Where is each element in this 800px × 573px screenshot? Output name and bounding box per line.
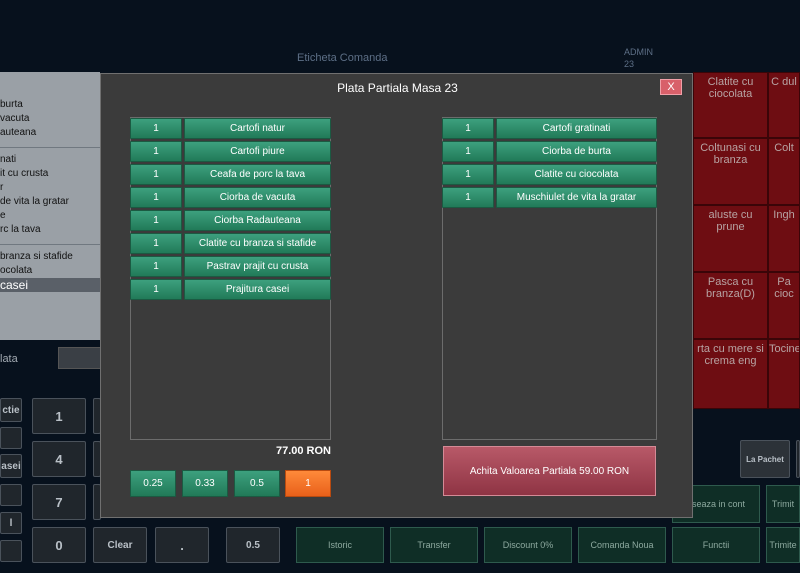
close-button[interactable]: X bbox=[660, 79, 682, 95]
item-qty[interactable]: 1 bbox=[130, 279, 182, 300]
divider bbox=[0, 147, 100, 148]
admin-label: ADMIN bbox=[624, 47, 653, 57]
item-name[interactable]: Ciorba de vacuta bbox=[184, 187, 331, 208]
item-qty[interactable]: 1 bbox=[130, 256, 182, 277]
istoric-button[interactable]: Istoric bbox=[296, 527, 384, 563]
product-tile[interactable]: Colt bbox=[768, 138, 800, 205]
fraction-1-button[interactable]: 1 bbox=[285, 470, 331, 497]
order-row[interactable]: branza si stafide bbox=[0, 251, 73, 262]
pay-partial-button[interactable]: Achita Valoarea Partiala 59.00 RON bbox=[443, 446, 656, 496]
extra-button[interactable] bbox=[796, 440, 800, 478]
fraction-025-button[interactable]: 0.25 bbox=[130, 470, 176, 497]
product-tile[interactable]: rta cu mere si crema eng bbox=[693, 339, 768, 409]
discount-button[interactable]: Discount 0% bbox=[484, 527, 572, 563]
data-label: lata bbox=[0, 353, 18, 365]
product-tile[interactable]: Tocine bbox=[768, 339, 800, 409]
item-name[interactable]: Cartofi piure bbox=[184, 141, 331, 162]
order-row[interactable]: it cu crusta bbox=[0, 168, 48, 179]
item-qty[interactable]: 1 bbox=[130, 233, 182, 254]
trimite-button[interactable]: Trimit bbox=[766, 485, 800, 523]
item-name[interactable]: Cartofi natur bbox=[184, 118, 331, 139]
item-name[interactable]: Ciorba Radauteana bbox=[184, 210, 331, 231]
transfer-button[interactable]: Transfer bbox=[390, 527, 478, 563]
order-row[interactable]: auteana bbox=[0, 127, 36, 138]
order-row-selected[interactable]: casei bbox=[0, 278, 100, 292]
item-name[interactable]: Clatite cu ciocolata bbox=[496, 164, 657, 185]
side-button[interactable]: l bbox=[0, 512, 22, 534]
half-button[interactable]: 0.5 bbox=[226, 527, 280, 563]
item-qty[interactable]: 1 bbox=[130, 164, 182, 185]
item-name[interactable]: Clatite cu branza si stafide bbox=[184, 233, 331, 254]
order-row[interactable]: de vita la gratar bbox=[0, 196, 69, 207]
item-name[interactable]: Pastrav prajit cu crusta bbox=[184, 256, 331, 277]
item-name[interactable]: Muschiulet de vita la gratar bbox=[496, 187, 657, 208]
item-qty[interactable]: 1 bbox=[130, 187, 182, 208]
keypad-0[interactable]: 0 bbox=[32, 527, 86, 563]
item-name[interactable]: Prajitura casei bbox=[184, 279, 331, 300]
comanda-noua-button[interactable]: Comanda Noua bbox=[578, 527, 666, 563]
fraction-05-button[interactable]: 0.5 bbox=[234, 470, 280, 497]
table-number: 23 bbox=[624, 59, 635, 69]
item-qty[interactable]: 1 bbox=[442, 118, 494, 139]
la-pachet-button[interactable]: La Pachet bbox=[740, 440, 790, 478]
decimal-button[interactable]: . bbox=[155, 527, 209, 563]
order-row[interactable]: e bbox=[0, 210, 6, 221]
order-row[interactable]: burta bbox=[0, 99, 23, 110]
divider bbox=[0, 244, 100, 245]
product-tile[interactable]: Coltunasi cu branza bbox=[693, 138, 768, 205]
order-row[interactable]: vacuta bbox=[0, 113, 29, 124]
item-qty[interactable]: 1 bbox=[442, 187, 494, 208]
keypad-4[interactable]: 4 bbox=[32, 441, 86, 477]
order-row[interactable]: r bbox=[0, 182, 3, 193]
functii-button[interactable]: Functii bbox=[672, 527, 760, 563]
clear-button[interactable]: Clear bbox=[93, 527, 147, 563]
product-tile[interactable]: Pasca cu branza(D) bbox=[693, 272, 768, 339]
item-qty[interactable]: 1 bbox=[442, 164, 494, 185]
product-tile[interactable]: Pa cioc bbox=[768, 272, 800, 339]
order-row[interactable]: ocolata bbox=[0, 265, 32, 276]
item-name[interactable]: Ceafa de porc la tava bbox=[184, 164, 331, 185]
product-tile[interactable]: aluste cu prune bbox=[693, 205, 768, 272]
keypad-1[interactable]: 1 bbox=[32, 398, 86, 434]
dialog-title: Plata Partiala Masa 23 bbox=[337, 81, 458, 95]
trimite-button[interactable]: Trimite bbox=[766, 527, 800, 563]
side-button[interactable]: ctie bbox=[0, 398, 22, 422]
partial-payment-dialog: Plata Partiala Masa 23 X 1 Cartofi natur… bbox=[100, 73, 693, 518]
side-button[interactable] bbox=[0, 484, 22, 506]
product-tile[interactable]: Clatite cu ciocolata bbox=[693, 72, 768, 138]
total-amount: 77.00 RON bbox=[275, 445, 331, 457]
side-button[interactable] bbox=[0, 427, 22, 449]
item-qty[interactable]: 1 bbox=[130, 141, 182, 162]
keypad-7[interactable]: 7 bbox=[32, 484, 86, 520]
side-button[interactable]: asei bbox=[0, 454, 22, 478]
product-tile[interactable]: C dul bbox=[768, 72, 800, 138]
order-row[interactable]: rc la tava bbox=[0, 224, 41, 235]
item-qty[interactable]: 1 bbox=[130, 118, 182, 139]
order-row[interactable]: nati bbox=[0, 154, 16, 165]
item-name[interactable]: Ciorba de burta bbox=[496, 141, 657, 162]
item-qty[interactable]: 1 bbox=[130, 210, 182, 231]
item-name[interactable]: Cartofi gratinati bbox=[496, 118, 657, 139]
side-button[interactable] bbox=[0, 540, 22, 562]
data-field[interactable] bbox=[58, 347, 102, 369]
header-label: Eticheta Comanda bbox=[297, 52, 388, 64]
fraction-033-button[interactable]: 0.33 bbox=[182, 470, 228, 497]
product-tile[interactable]: Ingh bbox=[768, 205, 800, 272]
order-list-panel[interactable]: burta vacuta auteana nati it cu crusta r… bbox=[0, 72, 100, 340]
item-qty[interactable]: 1 bbox=[442, 141, 494, 162]
